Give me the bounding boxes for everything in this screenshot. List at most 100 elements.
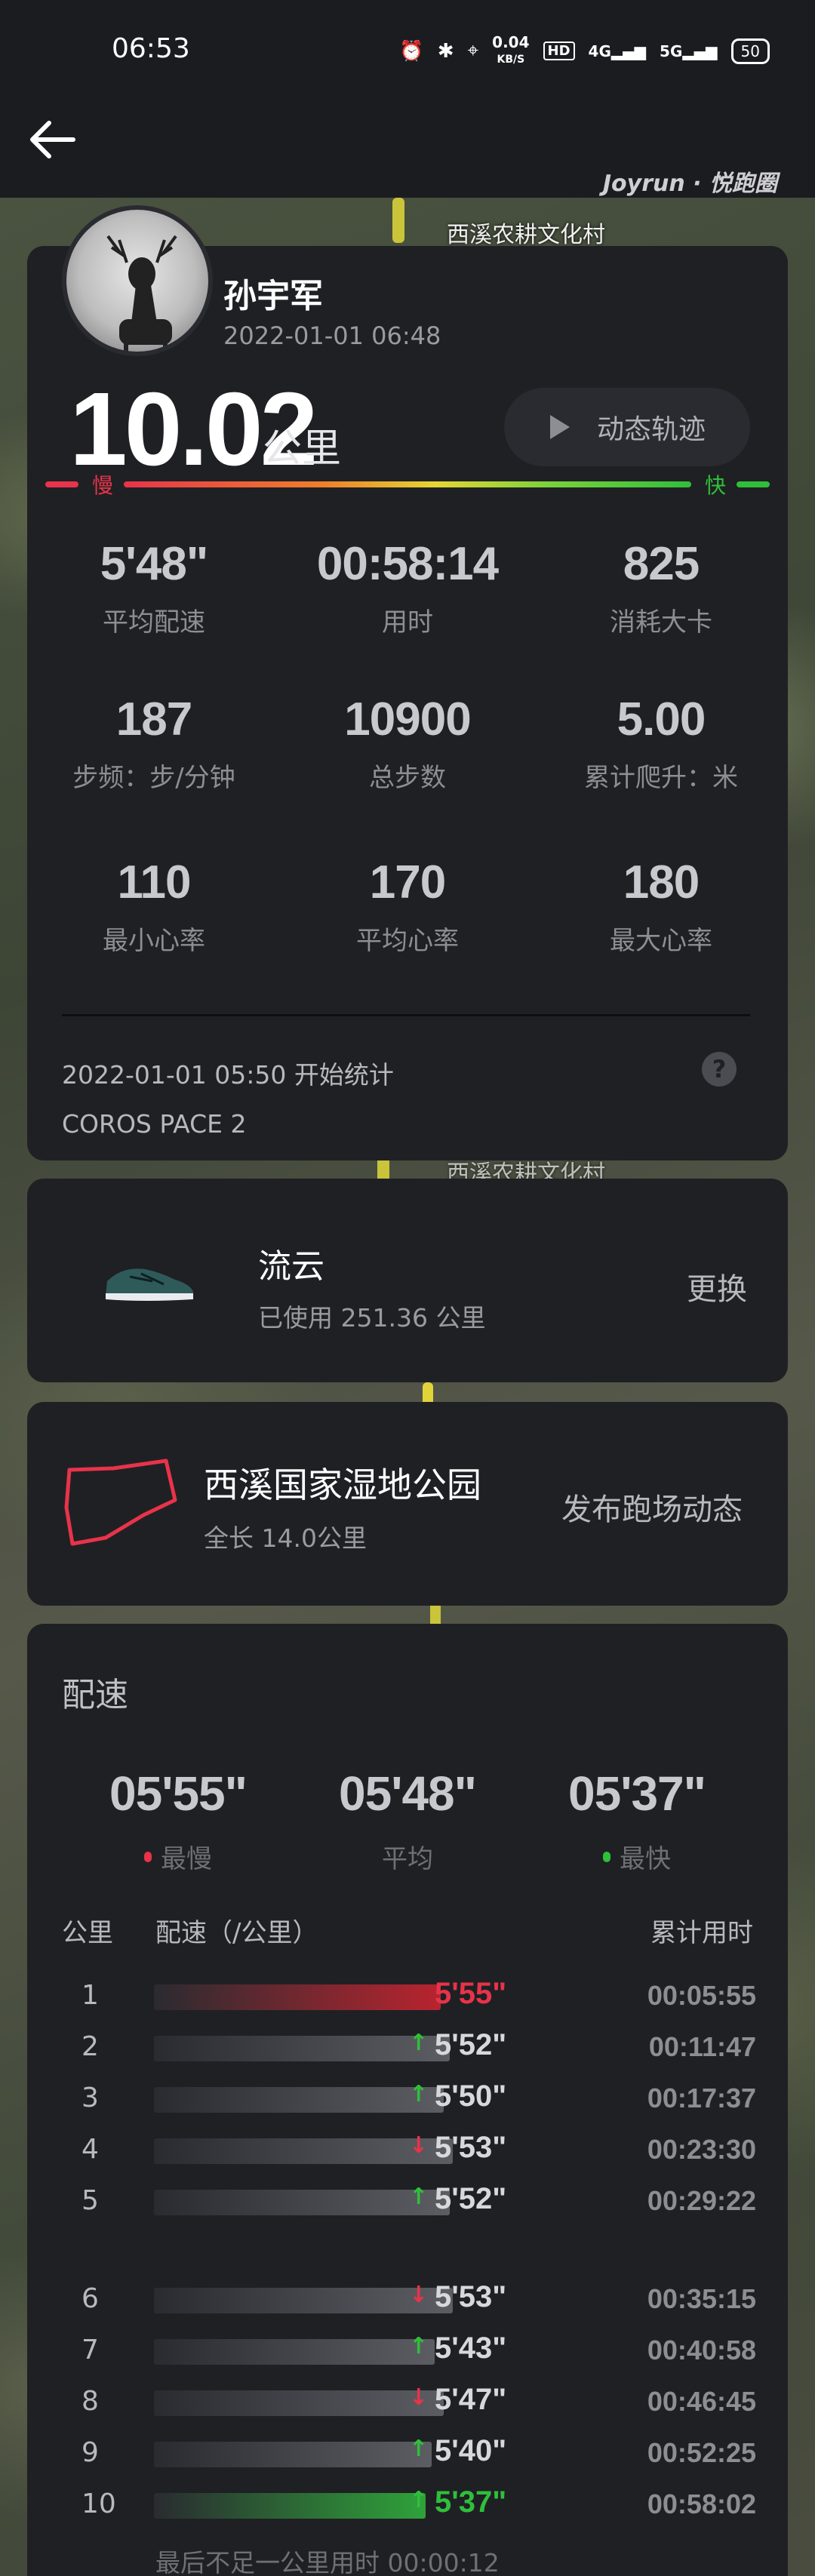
signal-icon: 4G▂▄▆ [588,41,647,60]
stat-item: 110 最小心率 [27,856,281,957]
split-pace: 5'55" [435,1977,507,2010]
split-total-time: 00:05:55 [647,1980,756,2011]
map-road [392,198,404,243]
slowest-pace-value: 05'55" [109,1766,248,1821]
stat-value: 10900 [344,693,471,745]
split-pace: 5'37" [435,2485,507,2519]
split-km: 6 [82,2283,99,2314]
split-pace: 5'52" [435,2182,507,2215]
stat-value: 110 [117,856,191,908]
split-bar [154,2138,453,2164]
stat-label: 平均心率 [356,926,459,956]
stat-label: 累计爬升：米 [584,763,738,793]
split-bar [154,2493,426,2519]
shoe-usage: 已使用 251.36 公里 [258,1303,486,1333]
alarm-icon: ⏰ [399,39,424,63]
split-km: 8 [82,2386,99,2417]
split-pace: 5'47" [435,2383,507,2416]
split-total-time: 00:40:58 [647,2335,756,2365]
col-km-header: 公里 [62,1918,113,1948]
col-pace-header: 配速（/公里） [155,1918,318,1948]
pace-gradient-bar [124,481,691,487]
stat-value: 180 [623,856,700,908]
arrow-down-icon: ↓ [409,2384,429,2411]
average-pace: 05'48" 平均 [294,1766,521,1875]
route-length: 全长 14.0公里 [204,1523,367,1553]
split-pace: 5'52" [435,2028,507,2061]
split-row: 8 ↓ 5'47" 00:46:45 [62,2383,756,2421]
split-total-time: 00:52:25 [647,2437,756,2468]
split-total-time: 00:29:22 [647,2185,756,2216]
status-bar: 06:53 ⏰ ✱ ⌖ 0.04 KB/S HD 4G▂▄▆ 5G▂▄▆ 50 [0,0,815,106]
split-km: 1 [82,1980,99,2011]
arrow-up-icon: ↑ [409,2436,429,2462]
split-row: 10 ↑ 5'37" 00:58:02 [62,2485,756,2523]
map-label: 西溪农耕文化村 [447,222,605,248]
split-row: 1 5'55" 00:05:55 [62,1977,756,2015]
split-pace: 5'50" [435,2080,507,2113]
stat-item: 5.00 累计爬升：米 [534,693,788,794]
split-pace: 5'43" [435,2332,507,2365]
arrow-left-icon [30,121,75,158]
fast-marker [737,481,770,487]
arrow-down-icon: ↓ [409,2132,429,2159]
split-bar [154,2390,444,2416]
split-row: 5 ↑ 5'52" 00:29:22 [62,2182,756,2220]
fastest-pace: 05'37" 最快 [524,1766,750,1875]
stat-value: 5.00 [617,693,706,745]
split-row: 4 ↓ 5'53" 00:23:30 [62,2131,756,2169]
status-icons: ⏰ ✱ ⌖ 0.04 KB/S HD 4G▂▄▆ 5G▂▄▆ 50 [399,35,770,67]
run-date: 2022-01-01 06:48 [223,321,441,350]
device-name: COROS PACE 2 [62,1109,247,1139]
dynamic-track-label: 动态轨迹 [596,414,706,445]
slow-label: 慢 [88,469,118,500]
stat-label: 步频：步/分钟 [72,763,235,793]
stat-value: 5'48" [100,538,209,590]
back-button[interactable] [18,106,86,174]
stat-item: 10900 总步数 [281,693,534,794]
split-km: 7 [82,2335,99,2365]
fast-dot [603,1851,610,1862]
split-bar [154,2288,453,2313]
split-pace: 5'40" [435,2434,507,2467]
split-km: 3 [82,2083,99,2113]
fastest-pace-value: 05'37" [568,1766,706,1821]
stat-label: 用时 [382,607,433,638]
split-total-time: 00:35:15 [647,2283,756,2314]
slowest-pace-label: 最慢 [161,1844,212,1874]
split-row: 2 ↑ 5'52" 00:11:47 [62,2028,756,2066]
split-total-time: 00:17:37 [647,2083,756,2113]
play-icon [549,415,570,439]
net-speed: 0.04 KB/S [492,33,530,66]
avatar[interactable] [62,205,213,356]
slow-marker [45,481,78,487]
route-name: 西溪国家湿地公园 [204,1465,481,1505]
stat-label: 最小心率 [103,926,205,956]
signal-icon: 5G▂▄▆ [660,41,718,60]
divider [62,1014,750,1016]
header: Joyrun · 悦跑圈 [0,106,815,198]
split-row: 9 ↑ 5'40" 00:52:25 [62,2434,756,2472]
arrow-up-icon: ↑ [409,2184,429,2210]
replace-shoe-button[interactable]: 更换 [687,1265,747,1308]
split-pace: 5'53" [435,2280,507,2313]
stat-value: 825 [623,538,700,590]
start-time: 2022-01-01 05:50 开始统计 [62,1060,394,1090]
status-time: 06:53 [112,33,190,64]
split-bar [154,2190,450,2215]
dynamic-track-button[interactable]: 动态轨迹 [504,388,750,466]
stat-item: 170 平均心率 [281,856,534,957]
publish-route-button[interactable]: 发布跑场动态 [561,1485,743,1529]
split-bar [154,1984,441,2010]
stat-item: 5'48" 平均配速 [27,537,281,638]
location-icon: ⌖ [467,39,479,62]
split-km: 9 [82,2437,99,2468]
stat-value: 187 [115,693,192,745]
brand-logo: Joyrun · 悦跑圈 [602,171,777,197]
stat-value: 00:58:14 [316,538,499,590]
stat-value: 170 [369,856,446,908]
split-bar [154,2442,432,2467]
stat-label: 平均配速 [103,607,205,638]
help-icon[interactable]: ? [702,1052,737,1087]
pace-title: 配速 [62,1676,128,1714]
